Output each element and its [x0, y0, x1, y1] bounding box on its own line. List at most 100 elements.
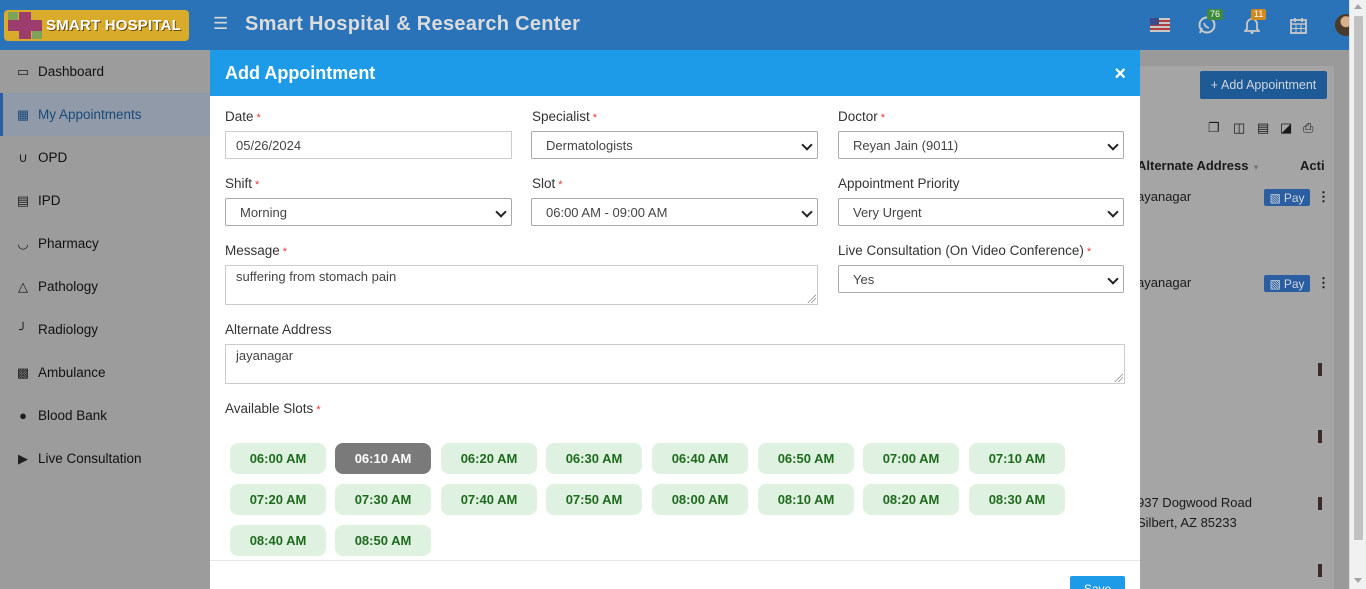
column-header-alternate-address[interactable]: Alternate Address ▼	[1137, 158, 1260, 173]
chevron-down-icon	[803, 141, 811, 149]
slot-button[interactable]: 07:20 AM	[230, 484, 326, 515]
slot-button[interactable]: 06:20 AM	[441, 443, 537, 474]
money-icon: ▧	[1269, 190, 1281, 205]
print-icon[interactable]: ⎙	[1303, 120, 1317, 135]
modal-title: Add Appointment	[225, 63, 376, 83]
slot-button[interactable]: 08:00 AM	[652, 484, 748, 515]
page-scrollbar[interactable]	[1349, 0, 1366, 589]
pay-button[interactable]: ▧ Pay	[1264, 275, 1310, 292]
more-options-icon[interactable]: ⋮	[1317, 275, 1330, 291]
priority-label: Appointment Priority	[838, 176, 960, 191]
slot-button[interactable]: 08:20 AM	[863, 484, 959, 515]
slot-button[interactable]: 08:50 AM	[335, 525, 431, 556]
us-flag-icon[interactable]	[1150, 18, 1170, 32]
table-cell-address: ayanagar	[1137, 189, 1192, 204]
sidebar-item-ambulance[interactable]: ▩ Ambulance	[0, 351, 210, 394]
hospital-logo[interactable]: SMART HOSPITAL	[4, 10, 189, 41]
sidebar-item-label: OPD	[38, 150, 68, 165]
sidebar-item-label: Ambulance	[38, 365, 106, 380]
excel-icon[interactable]: ◫	[1233, 120, 1247, 135]
sidebar-item-label: Pathology	[38, 279, 99, 294]
message-label: Message *	[225, 243, 288, 258]
plus-icon: +	[1210, 78, 1219, 92]
money-icon: ▧	[1269, 276, 1281, 291]
more-options-icon[interactable]	[1318, 430, 1322, 443]
sidebar-item-dashboard[interactable]: ▭ Dashboard	[0, 50, 210, 93]
doctor-select[interactable]: Reyan Jain (9011)	[838, 131, 1124, 159]
whatsapp-badge: 76	[1207, 9, 1224, 20]
resize-handle[interactable]	[807, 294, 816, 303]
date-field[interactable]: 05/26/2024	[225, 131, 512, 159]
slot-button[interactable]: 06:40 AM	[652, 443, 748, 474]
slot-button[interactable]: 07:10 AM	[969, 443, 1065, 474]
slot-button[interactable]: 06:30 AM	[546, 443, 642, 474]
add-appointment-label: Add Appointment	[1221, 78, 1317, 92]
sidebar-item-pathology[interactable]: △ Pathology	[0, 265, 210, 308]
flask-icon: △	[18, 278, 28, 294]
add-appointment-button[interactable]: + Add Appointment	[1200, 71, 1327, 99]
sidebar-item-label: Pharmacy	[38, 236, 99, 251]
modal-footer-divider	[210, 560, 1140, 561]
sidebar-item-label: Blood Bank	[38, 408, 108, 423]
more-options-icon[interactable]	[1318, 564, 1322, 577]
live-consultation-select[interactable]: Yes	[838, 265, 1124, 293]
add-appointment-modal: Add Appointment × Date * 05/26/2024 Speci…	[210, 50, 1140, 589]
calendar-icon[interactable]	[1288, 13, 1308, 37]
sidebar-item-pharmacy[interactable]: ◡ Pharmacy	[0, 222, 210, 265]
sidebar-item-blood-bank[interactable]: ● Blood Bank	[0, 394, 210, 437]
menu-icon[interactable]: ☰	[213, 14, 229, 34]
message-textarea[interactable]: suffering from stomach pain	[225, 265, 818, 305]
sidebar-item-label: My Appointments	[38, 107, 142, 122]
logo-text: SMART HOSPITAL	[46, 17, 182, 34]
shift-select[interactable]: Morning	[225, 198, 512, 226]
sidebar-item-ipd[interactable]: ▤ IPD	[0, 179, 210, 222]
more-options-icon[interactable]: ⋮	[1317, 189, 1330, 205]
specialist-label: Specialist *	[532, 109, 598, 124]
mortar-pestle-icon: ◡	[17, 235, 29, 251]
slot-button[interactable]: 08:10 AM	[758, 484, 854, 515]
scroll-up-icon[interactable]	[1354, 4, 1362, 9]
live-consultation-label: Live Consultation (On Video Conference) *	[838, 243, 1092, 258]
hospital-icon: ▦	[16, 106, 30, 122]
sort-icon: ▼	[1252, 163, 1261, 172]
pdf-icon[interactable]: ◪	[1280, 120, 1294, 135]
csv-icon[interactable]: ▤	[1257, 120, 1271, 135]
slot-button[interactable]: 07:40 AM	[441, 484, 537, 515]
alternate-address-textarea[interactable]: jayanagar	[225, 344, 1125, 384]
specialist-select[interactable]: Dermatologists	[531, 131, 818, 159]
slot-button[interactable]: 06:50 AM	[758, 443, 854, 474]
modal-header: Add Appointment ×	[210, 50, 1140, 96]
date-label: Date *	[225, 109, 261, 124]
scroll-down-icon[interactable]	[1354, 578, 1362, 583]
more-options-icon[interactable]	[1318, 363, 1322, 376]
slot-button[interactable]: 07:30 AM	[335, 484, 431, 515]
sidebar-item-radiology[interactable]: ╯ Radiology	[0, 308, 210, 351]
save-button[interactable]: Save	[1070, 576, 1125, 589]
table-cell-address-line2: Silbert, AZ 85233	[1137, 515, 1237, 530]
more-options-icon[interactable]	[1318, 497, 1322, 510]
scrollbar-thumb[interactable]	[1354, 16, 1363, 540]
close-icon[interactable]: ×	[1114, 63, 1126, 86]
slot-button-selected[interactable]: 06:10 AM	[335, 443, 431, 474]
slot-button[interactable]: 07:00 AM	[863, 443, 959, 474]
chevron-down-icon	[803, 208, 811, 216]
sidebar-item-opd[interactable]: ∪ OPD	[0, 136, 210, 179]
copy-icon[interactable]: ❐	[1208, 120, 1222, 135]
pay-button[interactable]: ▧ Pay	[1264, 189, 1310, 206]
shift-label: Shift *	[225, 176, 260, 191]
slot-button[interactable]: 08:40 AM	[230, 525, 326, 556]
medical-cross-icon	[4, 10, 46, 41]
chevron-down-icon	[497, 208, 505, 216]
slot-button[interactable]: 08:30 AM	[969, 484, 1065, 515]
sidebar-item-label: Live Consultation	[38, 451, 142, 466]
monitor-icon: ▭	[16, 63, 30, 79]
slot-button[interactable]: 06:00 AM	[230, 443, 326, 474]
priority-select[interactable]: Very Urgent	[838, 198, 1124, 226]
slot-button[interactable]: 07:50 AM	[546, 484, 642, 515]
column-header-action: Acti	[1300, 158, 1325, 173]
sidebar-item-my-appointments[interactable]: ▦ My Appointments	[0, 93, 210, 136]
resize-handle[interactable]	[1114, 373, 1123, 382]
slot-select[interactable]: 06:00 AM - 09:00 AM	[531, 198, 818, 226]
sidebar-item-live-consultation[interactable]: ▶ Live Consultation	[0, 437, 210, 480]
doctor-label: Doctor *	[838, 109, 886, 124]
